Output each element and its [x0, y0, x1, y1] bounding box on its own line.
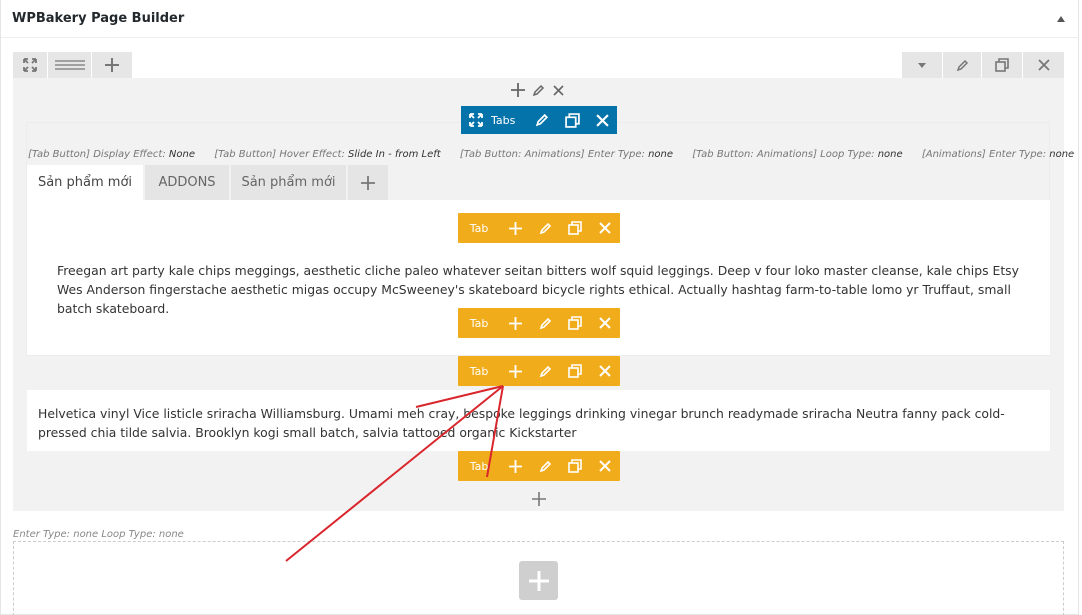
pencil-icon: [539, 222, 551, 234]
tab-addons[interactable]: ADDONS: [145, 165, 229, 200]
plus-icon: [508, 364, 522, 378]
param-item: [Animations] Enter Type: none: [921, 149, 1075, 160]
close-icon: [599, 317, 611, 329]
tab-clone-button[interactable]: [560, 213, 590, 243]
collapse-arrow-icon[interactable]: [1057, 16, 1065, 22]
close-icon: [599, 222, 611, 234]
clone-icon: [995, 58, 1009, 72]
clone-icon: [568, 316, 582, 330]
pencil-icon: [539, 317, 551, 329]
tabs-clone-button[interactable]: [557, 106, 587, 134]
plus-icon: [508, 221, 522, 235]
tab-delete-button[interactable]: [590, 356, 620, 386]
tab-controls: Tab: [458, 356, 620, 386]
row-delete-button[interactable]: [1023, 52, 1064, 78]
tab-delete-button[interactable]: [590, 451, 620, 481]
clone-icon: [568, 221, 582, 235]
add-element-large-button[interactable]: [519, 561, 558, 600]
tab-clone-button[interactable]: [560, 356, 590, 386]
tab-add-button[interactable]: [500, 308, 530, 338]
param-item: [Tab Button: Animations] Enter Type: non…: [459, 149, 674, 160]
row-params: Enter Type: none Loop Type: none: [13, 529, 184, 540]
param-item: [Tab Button] Display Effect: None: [28, 149, 195, 160]
clone-icon: [568, 364, 582, 378]
tab-san-pham-moi-2[interactable]: Sản phẩm mới: [231, 165, 346, 200]
close-icon: [599, 365, 611, 377]
tab-san-pham-moi-1[interactable]: Sản phẩm mới: [27, 165, 143, 200]
menu-lines-icon: [54, 60, 85, 70]
tab-clone-button[interactable]: [560, 308, 590, 338]
tab-clone-button[interactable]: [560, 451, 590, 481]
panel-header: WPBakery Page Builder: [1, 0, 1079, 38]
plus-icon: [528, 570, 549, 591]
pencil-icon: [532, 84, 544, 96]
tab-controls: Tab: [458, 308, 620, 338]
fullscreen-icon: [23, 58, 37, 72]
chevron-down-icon: [918, 62, 926, 68]
tab-controls: Tab: [458, 213, 620, 243]
tab-add-button[interactable]: [500, 451, 530, 481]
tabs-move-button[interactable]: [461, 106, 491, 134]
tab-label: Tab: [469, 316, 489, 330]
text-block-2: Helvetica vinyl Vice listicle sriracha W…: [38, 406, 1005, 440]
tab-edit-button[interactable]: [530, 213, 560, 243]
pencil-icon: [535, 113, 549, 127]
row-dropdown-button[interactable]: [902, 52, 942, 78]
tab-edit-button[interactable]: [530, 356, 560, 386]
tab-add-button[interactable]: [500, 356, 530, 386]
param-item: [Tab Button] Hover Effect: Slide In - fr…: [214, 149, 441, 160]
column-edit-button[interactable]: [530, 82, 546, 98]
plus-icon: [508, 459, 522, 473]
tab-label: Tab: [469, 364, 489, 378]
tab-label: Tab: [469, 221, 489, 235]
tab-add-button[interactable]: [500, 213, 530, 243]
tabs-controls: Tabs: [461, 106, 617, 134]
tabs-delete-button[interactable]: [587, 106, 617, 134]
add-element-below-button[interactable]: [531, 491, 547, 507]
clone-icon: [564, 112, 580, 128]
pencil-icon: [539, 365, 551, 377]
close-icon: [599, 460, 611, 472]
pencil-icon: [539, 460, 551, 472]
close-icon: [1037, 59, 1050, 71]
column-delete-button[interactable]: [550, 82, 566, 98]
tab-delete-button[interactable]: [590, 308, 620, 338]
column-add-button[interactable]: [510, 82, 526, 98]
row-clone-button[interactable]: [982, 52, 1022, 78]
tabs-edit-button[interactable]: [527, 106, 557, 134]
param-item: [Tab Button: Animations] Loop Type: none: [692, 149, 903, 160]
tabs-label: Tabs: [491, 113, 516, 127]
panel-title: WPBakery Page Builder: [12, 11, 185, 26]
plus-icon: [532, 492, 546, 506]
tab-delete-button[interactable]: [590, 213, 620, 243]
tab-label: Tab: [469, 459, 489, 473]
plus-icon: [361, 175, 375, 190]
close-icon: [595, 113, 609, 127]
add-template-button[interactable]: [48, 52, 91, 78]
row-edit-button[interactable]: [943, 52, 981, 78]
fullscreen-button[interactable]: [13, 52, 47, 78]
tab-edit-button[interactable]: [530, 451, 560, 481]
add-tab-button[interactable]: [348, 165, 388, 200]
add-element-button[interactable]: [92, 52, 132, 78]
plus-icon: [105, 58, 119, 72]
clone-icon: [568, 459, 582, 473]
pencil-icon: [956, 59, 968, 71]
move-icon: [469, 113, 483, 127]
tab-controls: Tab: [458, 451, 620, 481]
tabs-params: [Tab Button] Display Effect: None [Tab B…: [28, 149, 1082, 160]
plus-icon: [511, 83, 525, 97]
close-icon: [552, 84, 564, 96]
tab-edit-button[interactable]: [530, 308, 560, 338]
plus-icon: [508, 316, 522, 330]
